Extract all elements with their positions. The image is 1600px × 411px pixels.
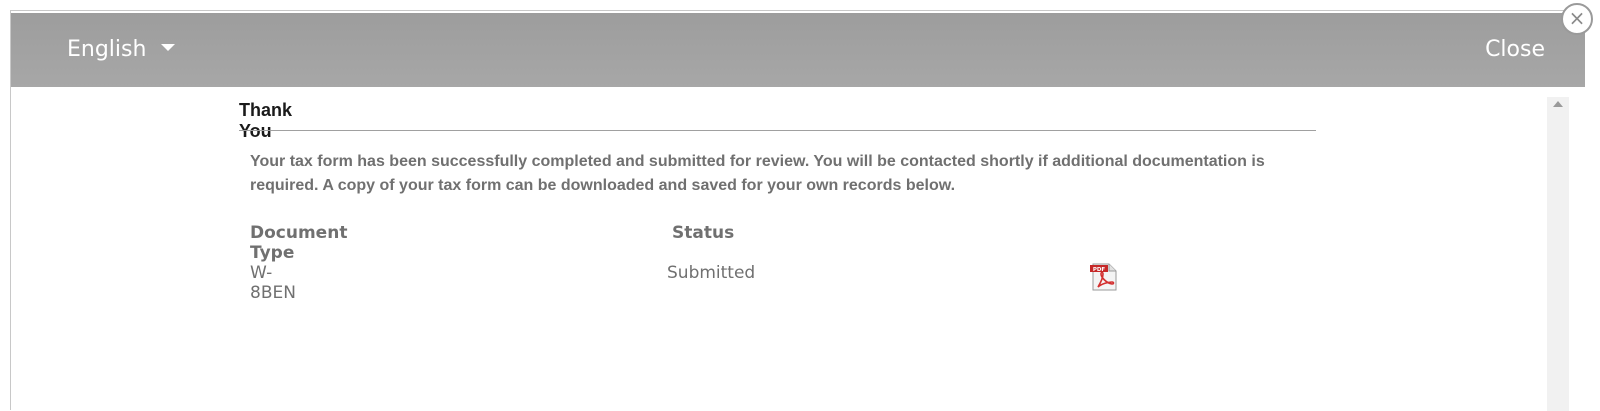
modal-dialog: English Close Thank You Your tax form ha… [10, 10, 1585, 411]
svg-text:PDF: PDF [1093, 267, 1106, 273]
scroll-up-arrow-icon[interactable] [1553, 101, 1563, 107]
panel-title: Thank You [239, 100, 293, 141]
language-dropdown[interactable]: English [67, 37, 176, 62]
vertical-scrollbar[interactable] [1547, 97, 1569, 411]
pdf-download-icon[interactable]: PDF [1089, 263, 1119, 291]
language-label: English [67, 37, 147, 62]
close-link[interactable]: Close [1485, 37, 1545, 62]
cell-status: Submitted [667, 263, 756, 283]
close-x-icon[interactable]: × [1561, 3, 1593, 35]
column-header-status: Status [672, 223, 735, 243]
cell-document-type: W-8BEN [250, 263, 296, 303]
confirmation-message: Your tax form has been successfully comp… [250, 153, 1265, 194]
modal-header: English Close [11, 13, 1585, 87]
title-divider [239, 130, 1316, 131]
column-header-document-type: Document Type [250, 223, 348, 263]
caret-down-icon [161, 43, 176, 51]
